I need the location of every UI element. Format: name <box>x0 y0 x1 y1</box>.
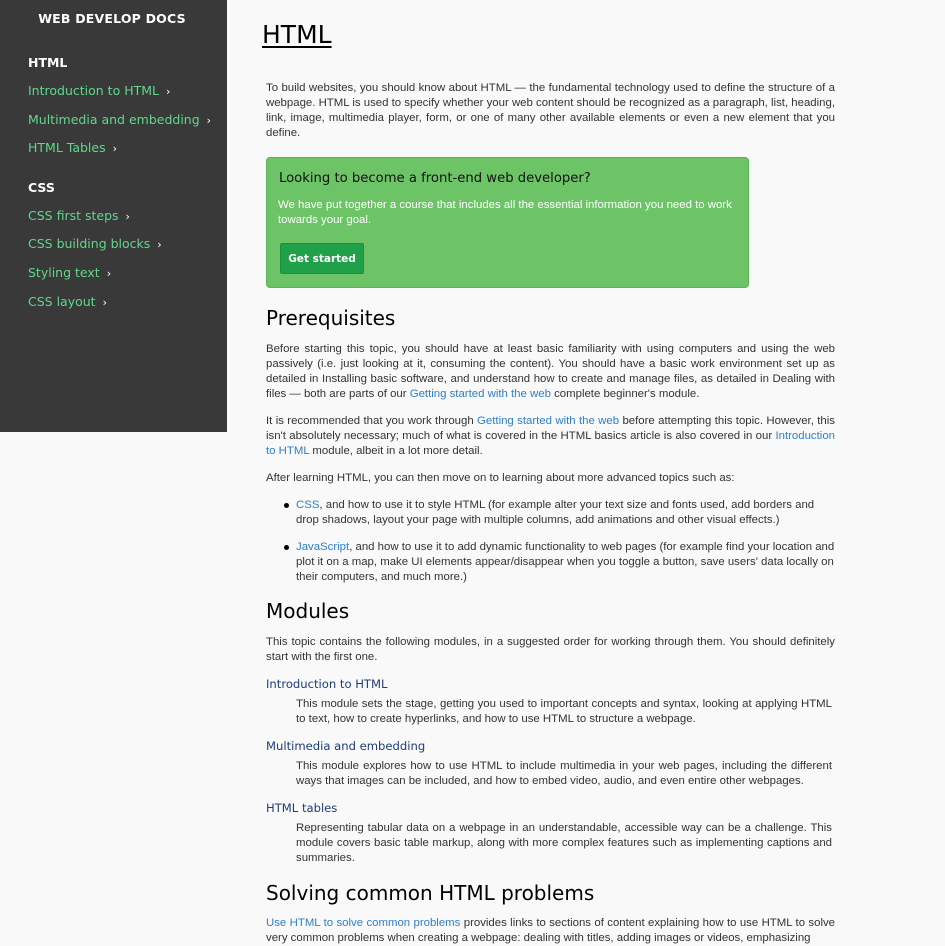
intro-paragraph: To build websites, you should know about… <box>266 82 835 140</box>
sidebar-item-label: Multimedia and embedding <box>28 112 200 127</box>
problems-paragraph: Use HTML to solve common problems provid… <box>266 916 835 946</box>
sidebar-item-css-first-steps[interactable]: CSS first steps › <box>28 208 130 223</box>
sidebar-item-introduction-to-html[interactable]: Introduction to HTML › <box>28 83 170 98</box>
prereq-text: It is recommended that you work through <box>266 415 478 427</box>
sidebar-brand[interactable]: WEB DEVELOP DOCS <box>0 11 224 26</box>
javascript-link[interactable]: JavaScript <box>296 541 349 553</box>
sidebar: WEB DEVELOP DOCS HTML Introduction to HT… <box>0 0 227 432</box>
getting-started-link[interactable]: Getting started with the web <box>477 415 619 427</box>
module-title-multimedia-and-embedding[interactable]: Multimedia and embedding <box>266 739 425 753</box>
list-item: JavaScript, and how to use it to add dyn… <box>296 540 836 585</box>
modules-heading: Modules <box>266 599 350 623</box>
sidebar-item-label: Styling text <box>28 265 100 280</box>
module-description: Representing tabular data on a webpage i… <box>296 822 832 865</box>
sidebar-item-html-tables[interactable]: HTML Tables › <box>28 140 117 155</box>
sidebar-item-styling-text[interactable]: Styling text › <box>28 265 111 280</box>
prereq-paragraph-2: It is recommended that you work through … <box>266 414 835 459</box>
sidebar-item-multimedia-and-embedding[interactable]: Multimedia and embedding › <box>28 112 211 127</box>
sidebar-item-label: HTML Tables <box>28 140 106 155</box>
sidebar-section-html: HTML <box>28 55 68 70</box>
module-description: This module sets the stage, getting you … <box>296 698 832 726</box>
prereq-paragraph-3: After learning HTML, you can then move o… <box>266 472 735 484</box>
bullet-icon <box>284 545 289 550</box>
solving-problems-heading: Solving common HTML problems <box>266 881 595 905</box>
course-callout: Looking to become a front-end web develo… <box>266 157 749 288</box>
sidebar-item-label: CSS first steps <box>28 208 119 223</box>
sidebar-section-css: CSS <box>28 180 55 195</box>
list-item-text: , and how to use it to add dynamic funct… <box>296 541 835 584</box>
prereq-text: complete beginner's module. <box>550 388 700 401</box>
module-title-introduction-to-html[interactable]: Introduction to HTML <box>266 677 387 691</box>
prerequisites-heading: Prerequisites <box>266 306 396 330</box>
list-item-text: , and how to use it to style HTML (for e… <box>296 499 815 527</box>
get-started-button[interactable]: Get started <box>280 243 364 274</box>
prereq-paragraph-1: Before starting this topic, you should h… <box>266 342 835 402</box>
css-link[interactable]: CSS <box>296 499 319 511</box>
sidebar-item-css-building-blocks[interactable]: CSS building blocks › <box>28 236 162 251</box>
solve-common-problems-link[interactable]: Use HTML to solve common problems <box>266 917 460 929</box>
chevron-right-icon: › <box>112 142 118 155</box>
chevron-right-icon: › <box>125 210 130 223</box>
sidebar-item-label: CSS building blocks <box>28 236 151 251</box>
sidebar-item-label: CSS layout <box>28 294 96 309</box>
sidebar-item-label: Introduction to HTML <box>28 83 159 98</box>
prereq-text: module, albeit in a lot more detail. <box>309 445 483 458</box>
chevron-right-icon: › <box>157 238 162 251</box>
module-description: This module explores how to use HTML to … <box>296 760 832 788</box>
bullet-icon <box>284 503 289 508</box>
getting-started-link[interactable]: Getting started with the web <box>410 388 551 400</box>
page-title: HTML <box>262 20 332 49</box>
chevron-right-icon: › <box>102 296 107 309</box>
module-title-html-tables[interactable]: HTML tables <box>266 801 337 815</box>
chevron-right-icon: › <box>165 85 171 98</box>
sidebar-item-css-layout[interactable]: CSS layout › <box>28 294 107 309</box>
callout-text: We have put together a course that inclu… <box>278 199 732 227</box>
chevron-right-icon: › <box>206 114 212 127</box>
callout-title: Looking to become a front-end web develo… <box>279 171 591 186</box>
modules-intro: This topic contains the following module… <box>266 636 835 664</box>
chevron-right-icon: › <box>106 267 112 280</box>
list-item: CSS, and how to use it to style HTML (fo… <box>296 498 836 528</box>
